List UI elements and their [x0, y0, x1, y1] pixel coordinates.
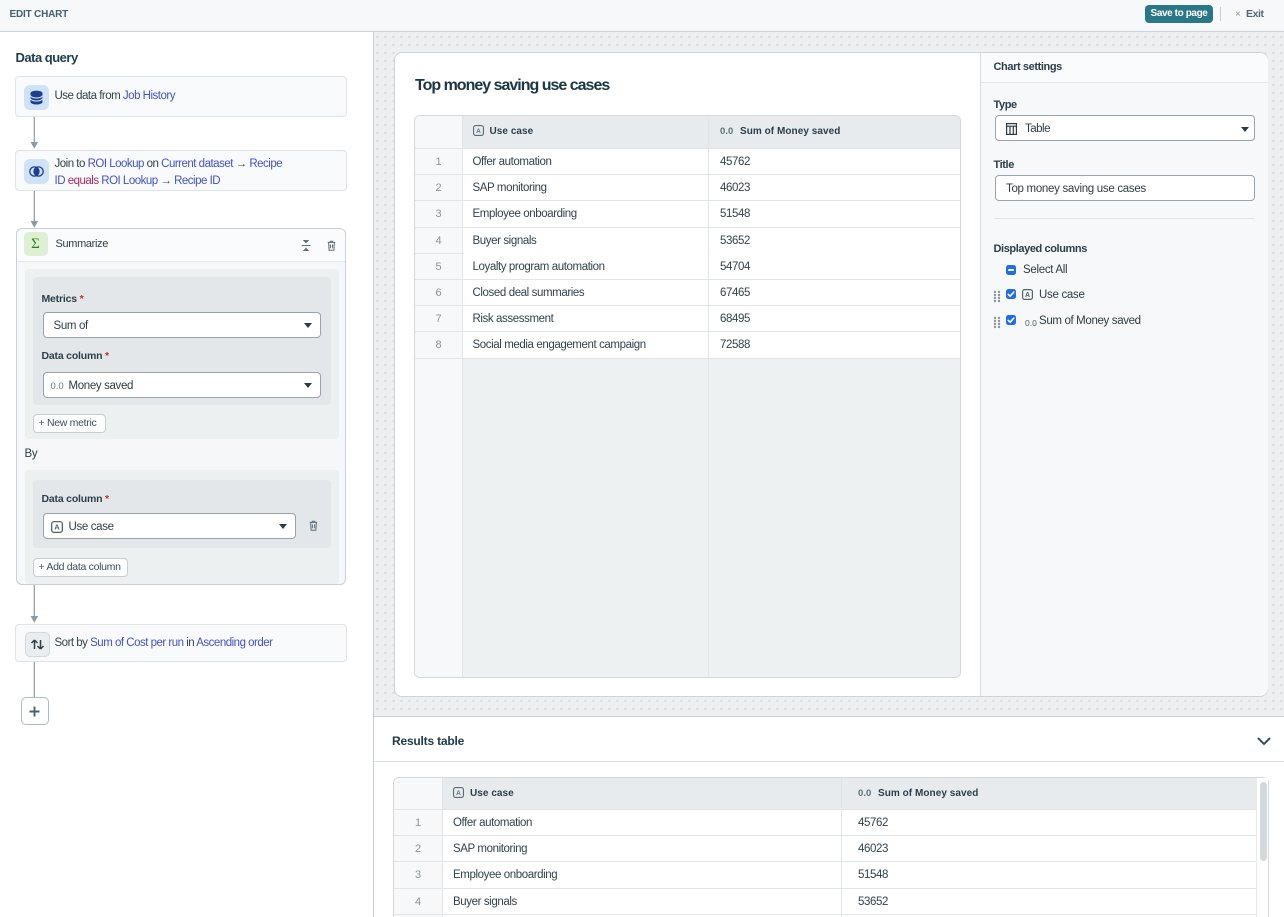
svg-text:0.0: 0.0: [720, 126, 733, 136]
svg-text:A: A: [456, 790, 461, 797]
svg-text:A: A: [476, 128, 481, 135]
svg-text:A: A: [54, 522, 60, 531]
svg-text:A: A: [1025, 292, 1030, 299]
svg-text:0.0: 0.0: [858, 788, 871, 798]
